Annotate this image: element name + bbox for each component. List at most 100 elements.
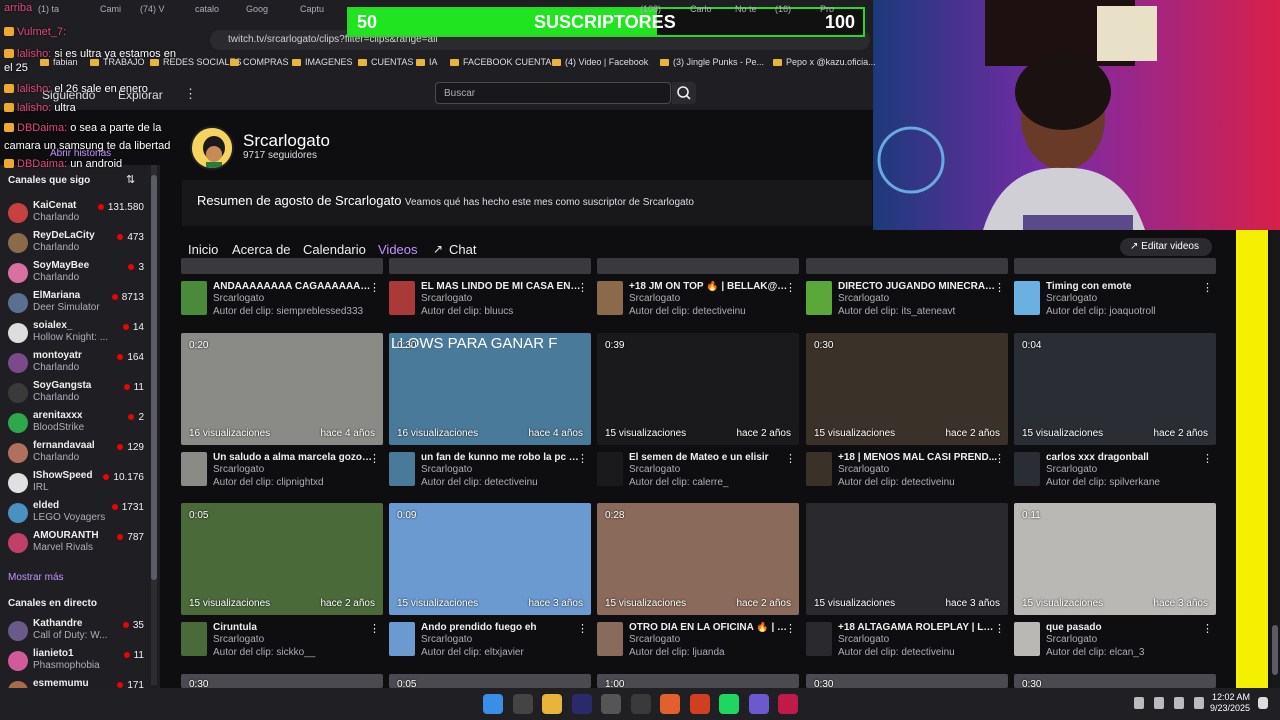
clip-thumbnail[interactable]: 1:00: [597, 674, 799, 688]
clip-title[interactable]: ANDAAAAAAAA CAGAAAAAAAA...: [213, 281, 373, 292]
premiere-icon[interactable]: [571, 694, 592, 714]
bookmark-item[interactable]: FACEBOOK CUENTA...: [450, 57, 559, 67]
sidebar-channel[interactable]: KaiCenat Charlando 131.580: [0, 197, 150, 227]
clip-channel[interactable]: Srcarlogato: [629, 293, 680, 304]
clip-thumbnail[interactable]: 15 visualizaciones hace 3 años: [806, 503, 1008, 615]
sidebar-channel[interactable]: AMOURANTH Marvel Rivals 787: [0, 527, 150, 557]
clip-author[interactable]: Autor del clip: elcan_3: [1046, 647, 1214, 658]
bookmark-item[interactable]: IMAGENES: [292, 57, 353, 67]
clip-game-icon[interactable]: [1014, 622, 1040, 656]
clip-channel[interactable]: Srcarlogato: [629, 464, 680, 475]
clip-channel[interactable]: Srcarlogato: [421, 464, 472, 475]
clip-title[interactable]: OTRO DIA EN LA OFICINA 🔥 | C...: [629, 622, 789, 633]
clip-info[interactable]: EL MAS LINDO DE MI CASA EN T... Srcarloga…: [389, 281, 594, 321]
clip-channel[interactable]: Srcarlogato: [1046, 634, 1097, 645]
clip-game-icon[interactable]: [806, 452, 832, 486]
browser-tab[interactable]: Pro: [820, 4, 834, 24]
clip-thumbnail[interactable]: 0:39 15 visualizaciones hace 2 años: [597, 333, 799, 445]
clip-info[interactable]: carlos xxx dragonball Srcarlogato Autor de…: [1014, 452, 1219, 492]
clip-title[interactable]: Timing con emote: [1046, 281, 1206, 292]
clip-author[interactable]: Autor del clip: sickko__: [213, 647, 381, 658]
tab-chat[interactable]: Chat: [449, 242, 476, 257]
channel-avatar[interactable]: [190, 126, 234, 170]
clip-info[interactable]: +18 JM ON TOP 🔥 | BELLAK@S ... Srcarlogat…: [597, 281, 802, 321]
clip-info[interactable]: OTRO DIA EN LA OFICINA 🔥 | C... Srcarloga…: [597, 622, 802, 662]
clip-channel[interactable]: Srcarlogato: [421, 293, 472, 304]
clip-title[interactable]: El semen de Mateo e un elisir: [629, 452, 789, 463]
brave-icon[interactable]: [689, 694, 710, 714]
clip-title[interactable]: Un saludo a alma marcela gozo ...: [213, 452, 373, 463]
more-options-icon[interactable]: ⋮: [577, 281, 588, 294]
clip-channel[interactable]: Srcarlogato: [1046, 464, 1097, 475]
obs-icon[interactable]: [601, 694, 621, 714]
network-icon[interactable]: [1174, 697, 1184, 709]
clip-thumbnail[interactable]: 0:11 15 visualizaciones hace 3 años: [1014, 503, 1216, 615]
clip-thumbnail[interactable]: [806, 258, 1008, 274]
clip-thumbnail[interactable]: 0:30: [181, 674, 383, 688]
clip-game-icon[interactable]: [597, 452, 623, 486]
clip-game-icon[interactable]: [806, 622, 832, 656]
sidebar-channel[interactable]: arenitaxxx BloodStrike 2: [0, 407, 150, 437]
clip-info[interactable]: un fan de kunno me robo la pc !r... Srcar…: [389, 452, 594, 492]
clip-channel[interactable]: Srcarlogato: [213, 634, 264, 645]
clip-author[interactable]: Autor del clip: eltxjavier: [421, 647, 589, 658]
search-button[interactable]: [672, 82, 696, 104]
clip-thumbnail[interactable]: [181, 258, 383, 274]
chat-username[interactable]: lalisho:: [17, 48, 51, 60]
browser-tab[interactable]: (16): [775, 4, 791, 24]
clip-title[interactable]: +18 ALTAGAMA ROLEPLAY | LLE...: [838, 622, 998, 633]
clip-channel[interactable]: Srcarlogato: [838, 464, 889, 475]
clip-channel[interactable]: Srcarlogato: [213, 464, 264, 475]
edit-videos-button[interactable]: ↗ Editar videos: [1120, 238, 1212, 256]
bookmark-item[interactable]: Pepo x @kazu.oficia...: [773, 57, 876, 67]
clip-author[interactable]: Autor del clip: calerre_: [629, 477, 797, 488]
app-icon[interactable]: [748, 694, 769, 714]
spotify-icon[interactable]: [719, 694, 739, 714]
bookmark-item[interactable]: (4) Video | Facebook: [552, 57, 648, 67]
clip-title[interactable]: EL MAS LINDO DE MI CASA EN T...: [421, 281, 581, 292]
file-explorer-icon[interactable]: [542, 694, 562, 714]
clip-channel[interactable]: Srcarlogato: [838, 293, 889, 304]
browser-tab[interactable]: catalo: [195, 4, 219, 24]
volume-icon[interactable]: [1194, 697, 1204, 709]
browser-tab[interactable]: No te: [735, 4, 757, 24]
notification-icon[interactable]: [1258, 697, 1268, 709]
clip-author[interactable]: Autor del clip: siempreblessed333: [213, 306, 381, 317]
clip-thumbnail[interactable]: 0:30: [806, 674, 1008, 688]
bookmark-item[interactable]: IA: [416, 57, 438, 67]
more-options-icon[interactable]: ⋮: [994, 281, 1005, 294]
clip-game-icon[interactable]: [389, 452, 415, 486]
sidebar-channel[interactable]: IShowSpeed IRL 10.176: [0, 467, 150, 497]
clip-title[interactable]: un fan de kunno me robo la pc !r...: [421, 452, 581, 463]
sidebar-channel[interactable]: SoyGangsta Charlando 11: [0, 377, 150, 407]
bookmark-item[interactable]: CUENTAS: [358, 57, 413, 67]
clip-thumbnail[interactable]: 0:04 15 visualizaciones hace 2 años: [1014, 333, 1216, 445]
sidebar-channel[interactable]: fernandavaal Charlando 129: [0, 437, 150, 467]
more-options-icon[interactable]: ⋮: [369, 452, 380, 465]
browser-tab[interactable]: (1) ta: [38, 4, 59, 24]
sidebar-scrollbar[interactable]: [151, 165, 157, 685]
search-input[interactable]: Buscar: [435, 82, 671, 104]
show-more-link[interactable]: Mostrar más: [8, 572, 64, 583]
clip-thumbnail[interactable]: [389, 258, 591, 274]
clip-author[interactable]: Autor del clip: spilverkane: [1046, 477, 1214, 488]
chat-username[interactable]: Vulmet_7:: [17, 26, 66, 38]
clip-channel[interactable]: Srcarlogato: [213, 293, 264, 304]
clip-thumbnail[interactable]: 0:05 15 visualizaciones hace 2 años: [181, 503, 383, 615]
browser-tab[interactable]: Carlo: [690, 4, 712, 24]
clip-game-icon[interactable]: [1014, 281, 1040, 315]
clip-author[interactable]: Autor del clip: its_ateneavt: [838, 306, 1006, 317]
chat-username[interactable]: DBDaima:: [17, 158, 67, 170]
clip-game-icon[interactable]: [389, 622, 415, 656]
clip-title[interactable]: DIRECTO JUGANDO MINECRAF...: [838, 281, 998, 292]
clip-thumbnail[interactable]: [597, 258, 799, 274]
more-icon[interactable]: ⋮: [184, 86, 197, 102]
sidebar-channel[interactable]: soialex_ Hollow Knight: ... 14: [0, 317, 150, 347]
more-options-icon[interactable]: ⋮: [994, 622, 1005, 635]
clip-game-icon[interactable]: [597, 281, 623, 315]
more-options-icon[interactable]: ⋮: [994, 452, 1005, 465]
sidebar-channel[interactable]: montoyatr Charlando 164: [0, 347, 150, 377]
clip-info[interactable]: que pasado Srcarlogato Autor del clip: elc…: [1014, 622, 1219, 662]
clip-title[interactable]: carlos xxx dragonball: [1046, 452, 1206, 463]
bookmark-item[interactable]: (3) Jingle Punks - Pe...: [660, 57, 764, 67]
